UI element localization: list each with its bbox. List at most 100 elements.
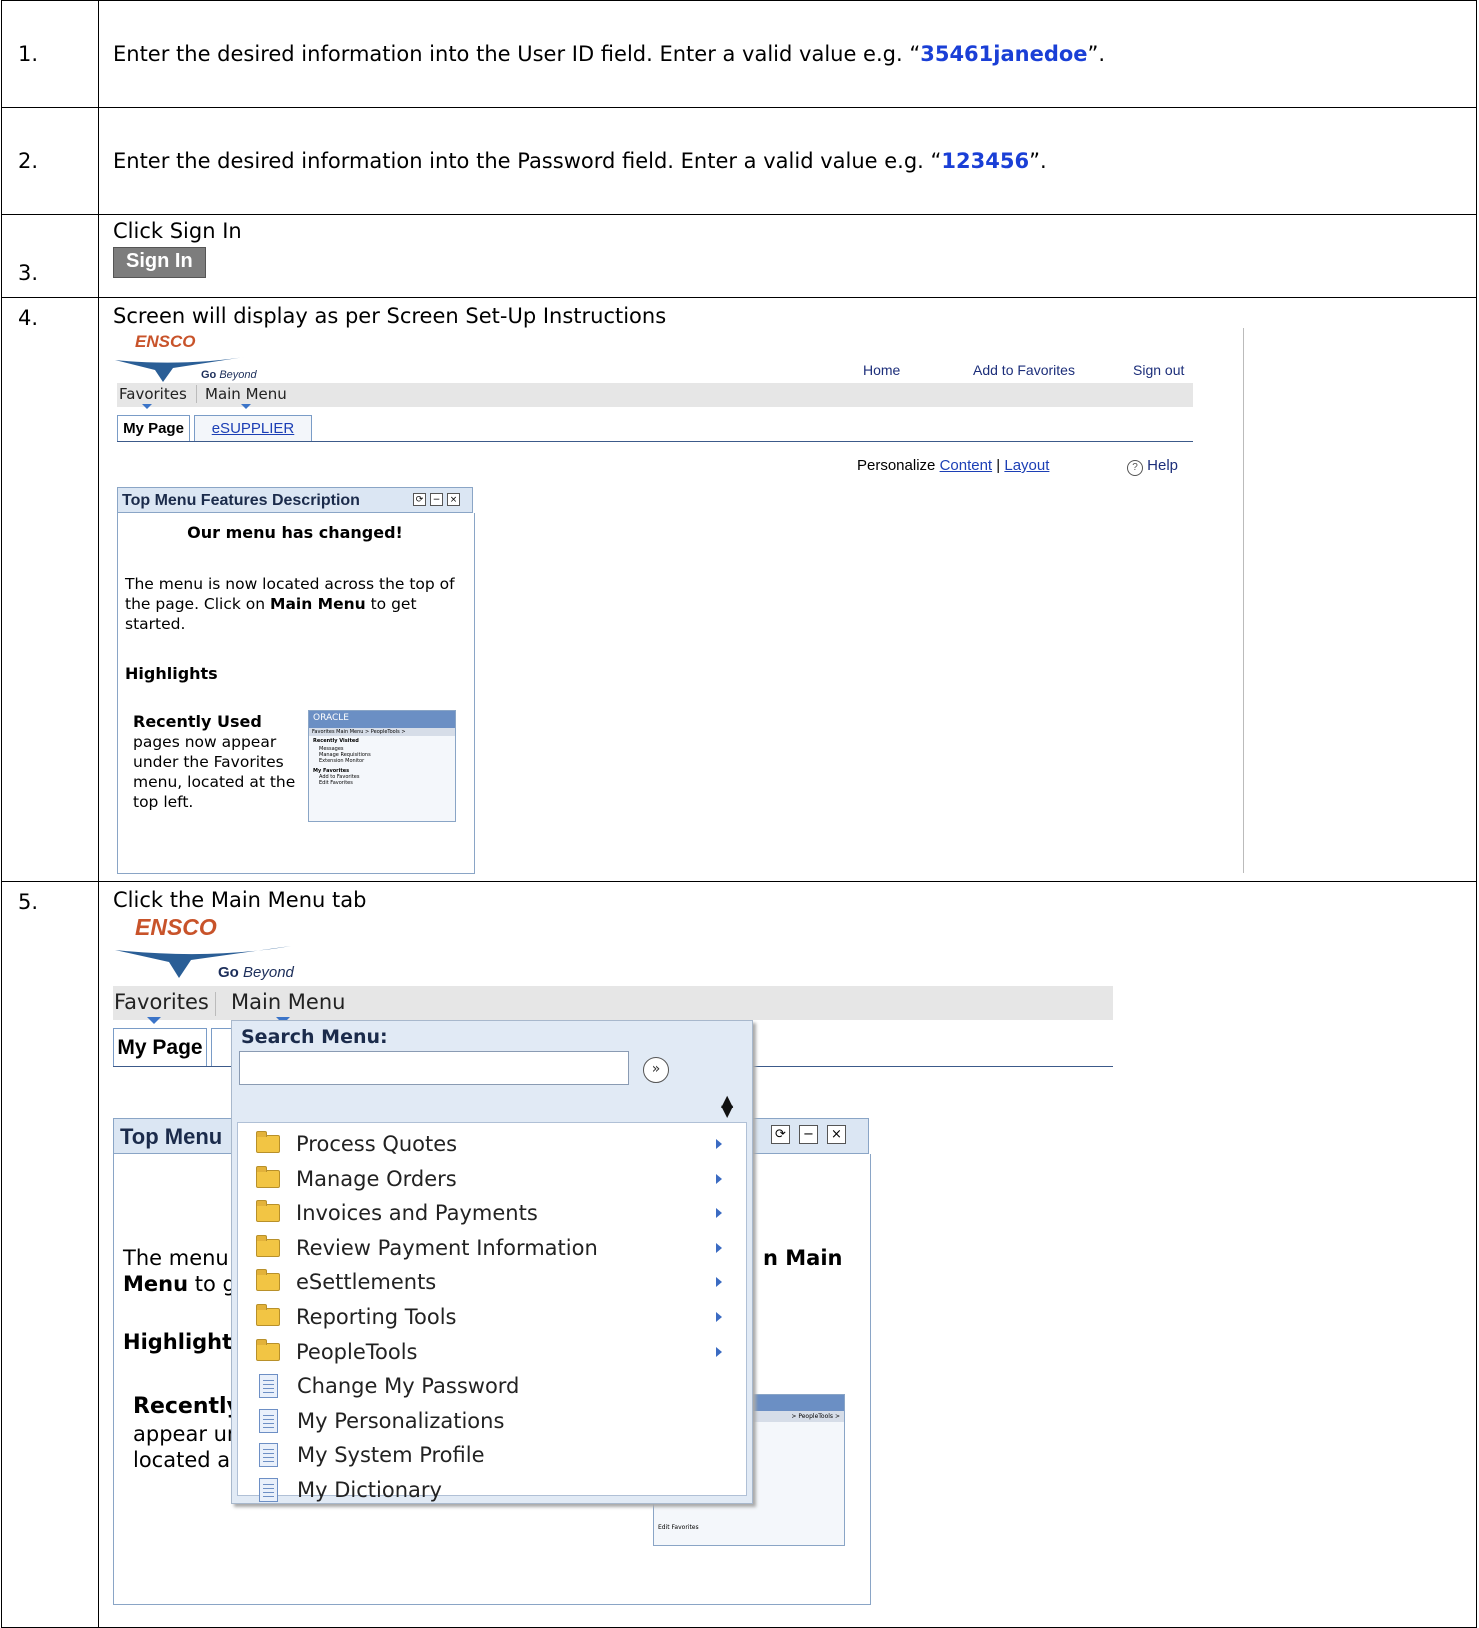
step-row-4: 4. Screen will display as per Screen Set… xyxy=(1,297,1477,882)
tab-my-page[interactable]: My Page xyxy=(113,1028,207,1067)
refresh-icon[interactable]: ⟳ xyxy=(413,493,426,506)
pagelet-title: Top Menu Features Description xyxy=(122,492,360,509)
recently-used-text: located a xyxy=(133,1448,231,1472)
add-to-favorites-link[interactable]: Add to Favorites xyxy=(973,362,1075,378)
menu-item-label: My Dictionary xyxy=(297,1478,442,1502)
step-instruction: Click Sign In Sign In xyxy=(98,214,1477,298)
highlights-heading: Highlights xyxy=(125,664,218,683)
favorites-menu[interactable]: Favorites xyxy=(119,385,187,403)
ensco-logo: ENSCO xyxy=(135,332,196,351)
recently-used-heading: Recently Used xyxy=(133,712,262,731)
chevron-down-icon xyxy=(142,404,152,409)
ensco-logo: ENSCO xyxy=(135,914,217,940)
page-icon xyxy=(259,1408,278,1433)
tab-esupplier[interactable]: eSUPPLIER xyxy=(194,415,312,442)
pagelet-heading: Our menu has changed! xyxy=(187,523,403,542)
folder-icon xyxy=(256,1269,280,1292)
instruction-text: Click Sign In xyxy=(113,219,242,243)
step-number: 5. xyxy=(1,881,99,1628)
folder-icon xyxy=(256,1338,280,1361)
menu-divider xyxy=(196,385,197,403)
search-menu-input[interactable] xyxy=(239,1051,629,1085)
pagelet-title: Top Menu xyxy=(120,1124,223,1149)
step-number: 3. xyxy=(1,214,99,298)
chevron-right-icon xyxy=(716,1312,722,1322)
help-link[interactable]: ? Help xyxy=(1127,457,1178,476)
step-number: 2. xyxy=(1,107,99,215)
menu-item[interactable]: Manage Orders xyxy=(256,1162,736,1196)
chevron-down-icon xyxy=(241,404,251,409)
instruction-text: Screen will display as per Screen Set-Up… xyxy=(113,304,667,328)
menu-item[interactable]: Process Quotes xyxy=(256,1127,736,1161)
pagelet-text: The menu xyxy=(123,1246,229,1270)
chevron-right-icon xyxy=(716,1139,722,1149)
menu-item-label: Change My Password xyxy=(297,1374,520,1399)
sign-out-link[interactable]: Sign out xyxy=(1133,362,1184,378)
content-link[interactable]: Content xyxy=(940,457,993,474)
menu-item-label: PeopleTools xyxy=(296,1339,418,1364)
folder-icon xyxy=(256,1131,280,1153)
sign-in-button[interactable]: Sign In xyxy=(113,247,206,278)
menu-item-label: My System Profile xyxy=(297,1443,485,1468)
menu-item[interactable]: PeopleTools xyxy=(256,1335,736,1369)
menu-item[interactable]: Invoices and Payments xyxy=(256,1196,736,1230)
instruction-text-end: ”. xyxy=(1029,149,1047,173)
instruction-text: Enter the desired information into the P… xyxy=(113,149,942,173)
highlights-heading: Highlight xyxy=(123,1330,233,1354)
instruction-text: Click the Main Menu tab xyxy=(113,888,367,912)
tab-my-page[interactable]: My Page xyxy=(117,415,190,442)
menu-item[interactable]: My Personalizations xyxy=(256,1404,736,1438)
step-row-5: 5. Click the Main Menu tab ENSCO Go Beyo… xyxy=(1,881,1477,1628)
search-menu-label: Search Menu: xyxy=(241,1026,388,1048)
step-instruction: Enter the desired information into the U… xyxy=(98,0,1477,108)
personalize-bar: Personalize Content | Layout xyxy=(857,457,1050,474)
chevron-right-icon xyxy=(716,1346,722,1357)
recently-used-heading: Recently xyxy=(133,1394,241,1419)
recently-used-text: appear ur xyxy=(133,1422,236,1446)
step-instruction: Enter the desired information into the P… xyxy=(98,107,1477,215)
favorites-menu[interactable]: Favorites xyxy=(114,990,209,1014)
menu-divider xyxy=(215,992,216,1016)
main-menu[interactable]: Main Menu xyxy=(231,990,345,1014)
chevron-right-icon xyxy=(716,1173,722,1184)
pagelet-paragraph: The menu is now located across the top o… xyxy=(125,575,455,633)
chevron-right-icon xyxy=(716,1242,722,1253)
recently-used-text: pages now appear under the Favorites men… xyxy=(133,733,296,811)
step-row-2: 2. Enter the desired information into th… xyxy=(1,107,1477,215)
minimize-icon[interactable]: − xyxy=(430,493,443,506)
instruction-text: Enter the desired information into the U… xyxy=(113,42,921,66)
menu-item[interactable]: Reporting Tools xyxy=(256,1300,736,1334)
home-link[interactable]: Home xyxy=(863,362,900,378)
close-icon[interactable]: × xyxy=(827,1125,846,1144)
document: 1. Enter the desired information into th… xyxy=(0,0,1479,1628)
menu-item-label: My Personalizations xyxy=(297,1408,505,1433)
layout-link[interactable]: Layout xyxy=(1004,457,1049,474)
menu-item[interactable]: Change My Password xyxy=(256,1369,736,1403)
menu-item-label: Review Payment Information xyxy=(296,1235,598,1260)
refresh-icon[interactable]: ⟳ xyxy=(771,1125,790,1144)
page-icon xyxy=(259,1374,278,1399)
folder-icon xyxy=(256,1304,280,1326)
search-go-icon[interactable]: » xyxy=(643,1057,669,1083)
chevron-right-icon xyxy=(716,1277,722,1288)
page-icon xyxy=(259,1478,278,1502)
folder-icon xyxy=(256,1165,280,1188)
minimize-icon[interactable]: − xyxy=(799,1125,818,1144)
menu-item-label: Reporting Tools xyxy=(296,1305,457,1329)
example-value: 35461janedoe xyxy=(920,42,1088,66)
step-row-3: 3. Click Sign In Sign In xyxy=(1,214,1477,298)
tab-esupplier-partial[interactable] xyxy=(211,1028,232,1067)
screenshot-edge xyxy=(1243,328,1244,873)
step-instruction: Screen will display as per Screen Set-Up… xyxy=(98,297,1477,882)
menu-item[interactable]: My System Profile xyxy=(256,1438,736,1472)
steps-table: 1. Enter the desired information into th… xyxy=(1,0,1477,1628)
menu-item[interactable]: Review Payment Information xyxy=(256,1231,736,1265)
menu-item[interactable]: My Dictionary xyxy=(256,1473,736,1507)
sort-arrows-icon[interactable]: ▲ ▼ xyxy=(721,1093,733,1119)
menu-preview-image: ORACLE Favorites Main Menu > PeopleTools… xyxy=(308,710,456,822)
screenshot-home-page: ENSCO Go Beyond Home Add to Favorites Si… xyxy=(113,328,1248,874)
main-menu[interactable]: Main Menu xyxy=(205,385,287,403)
screenshot-main-menu: ENSCO Go Beyond Favorites Main Menu My P… xyxy=(113,912,1143,1605)
menu-item[interactable]: eSettlements xyxy=(256,1265,736,1299)
close-icon[interactable]: × xyxy=(447,493,460,506)
